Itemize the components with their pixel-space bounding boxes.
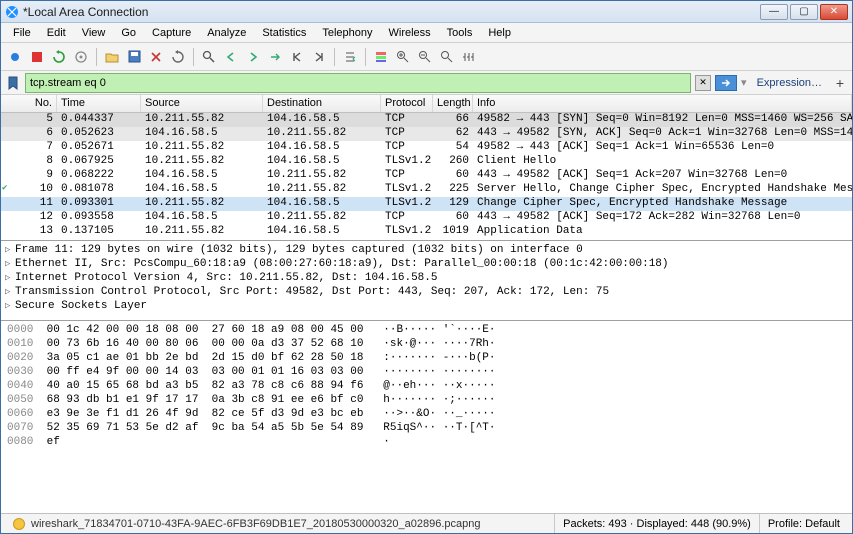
titlebar: *Local Area Connection — ▢ ✕ [1, 1, 852, 23]
resize-columns-button[interactable] [459, 47, 479, 67]
hex-row[interactable]: 0040 40 a0 15 65 68 bd a3 b5 82 a3 78 c8… [7, 379, 846, 393]
stop-capture-button[interactable] [27, 47, 47, 67]
menu-file[interactable]: File [5, 25, 39, 41]
menu-telephony[interactable]: Telephony [314, 25, 380, 41]
col-no[interactable]: No. [1, 95, 57, 112]
packet-row[interactable]: ✔100.081078104.16.58.510.211.55.82TLSv1.… [1, 183, 852, 197]
open-file-button[interactable] [102, 47, 122, 67]
expert-info-icon[interactable] [13, 518, 25, 530]
menu-capture[interactable]: Capture [144, 25, 199, 41]
col-destination[interactable]: Destination [263, 95, 381, 112]
menu-edit[interactable]: Edit [39, 25, 74, 41]
app-icon [5, 5, 19, 19]
zoom-in-button[interactable] [393, 47, 413, 67]
colorize-button[interactable] [371, 47, 391, 67]
close-button[interactable]: ✕ [820, 4, 848, 20]
toolbar-sep [193, 48, 194, 66]
packet-details: ▷Frame 11: 129 bytes on wire (1032 bits)… [1, 241, 852, 321]
toolbar-sep [96, 48, 97, 66]
packet-list: No. Time Source Destination Protocol Len… [1, 95, 852, 241]
packet-row[interactable]: 130.13710510.211.55.82104.16.58.5TLSv1.2… [1, 225, 852, 239]
toolbar-sep [334, 48, 335, 66]
start-capture-button[interactable] [5, 47, 25, 67]
packet-row[interactable]: 90.068222104.16.58.510.211.55.82TCP60443… [1, 169, 852, 183]
packet-list-header: No. Time Source Destination Protocol Len… [1, 95, 852, 113]
maximize-button[interactable]: ▢ [790, 4, 818, 20]
detail-row[interactable]: ▷Secure Sockets Layer [5, 299, 848, 313]
packet-row[interactable]: 70.05267110.211.55.82104.16.58.5TCP54495… [1, 141, 852, 155]
menu-wireless[interactable]: Wireless [381, 25, 439, 41]
menu-go[interactable]: Go [113, 25, 144, 41]
menu-analyze[interactable]: Analyze [199, 25, 254, 41]
col-info[interactable]: Info [473, 95, 852, 112]
hex-row[interactable]: 0080 ef · [7, 435, 846, 449]
filter-bar: ✕ ▾ Expression… + [1, 71, 852, 95]
clear-filter-button[interactable]: ✕ [695, 75, 711, 91]
packet-bytes: 0000 00 1c 42 00 00 18 08 00 27 60 18 a9… [1, 321, 852, 513]
zoom-out-button[interactable] [415, 47, 435, 67]
toolbar [1, 43, 852, 71]
last-packet-button[interactable] [309, 47, 329, 67]
hex-row[interactable]: 0000 00 1c 42 00 00 18 08 00 27 60 18 a9… [7, 323, 846, 337]
packet-row[interactable]: 110.09330110.211.55.82104.16.58.5TLSv1.2… [1, 197, 852, 211]
goto-packet-button[interactable] [265, 47, 285, 67]
add-filter-button[interactable]: + [832, 75, 848, 91]
hex-row[interactable]: 0070 52 35 69 71 53 5e d2 af 9c ba 54 a5… [7, 421, 846, 435]
packet-row[interactable]: 80.06792510.211.55.82104.16.58.5TLSv1.22… [1, 155, 852, 169]
go-forward-button[interactable] [243, 47, 263, 67]
packet-row[interactable]: 60.052623104.16.58.510.211.55.82TCP62443… [1, 127, 852, 141]
save-file-button[interactable] [124, 47, 144, 67]
packet-count-label: Packets: 493 · Displayed: 448 (90.9%) [555, 514, 760, 533]
hex-row[interactable]: 0060 e3 9e 3e f1 d1 26 4f 9d 82 ce 5f d3… [7, 407, 846, 421]
menu-statistics[interactable]: Statistics [254, 25, 314, 41]
hex-row[interactable]: 0050 68 93 db b1 e1 9f 17 17 0a 3b c8 91… [7, 393, 846, 407]
display-filter-input[interactable] [25, 73, 691, 93]
menu-view[interactable]: View [74, 25, 114, 41]
first-packet-button[interactable] [287, 47, 307, 67]
go-back-button[interactable] [221, 47, 241, 67]
status-bar: wireshark_71834701-0710-43FA-9AEC-6FB3F6… [1, 513, 852, 533]
menubar: File Edit View Go Capture Analyze Statis… [1, 23, 852, 43]
packet-row[interactable]: 50.04433710.211.55.82104.16.58.5TCP66495… [1, 113, 852, 127]
hex-row[interactable]: 0030 00 ff e4 9f 00 00 14 03 03 00 01 01… [7, 365, 846, 379]
col-protocol[interactable]: Protocol [381, 95, 433, 112]
hex-row[interactable]: 0020 3a 05 c1 ae 01 bb 2e bd 2d 15 d0 bf… [7, 351, 846, 365]
capture-options-button[interactable] [71, 47, 91, 67]
menu-help[interactable]: Help [480, 25, 519, 41]
col-length[interactable]: Length [433, 95, 473, 112]
col-source[interactable]: Source [141, 95, 263, 112]
profile-label[interactable]: Profile: Default [760, 514, 848, 533]
window-title: *Local Area Connection [23, 5, 760, 19]
hex-row[interactable]: 0010 00 73 6b 16 40 00 80 06 00 00 0a d3… [7, 337, 846, 351]
reload-button[interactable] [168, 47, 188, 67]
menu-tools[interactable]: Tools [439, 25, 481, 41]
close-file-button[interactable] [146, 47, 166, 67]
detail-row[interactable]: ▷Transmission Control Protocol, Src Port… [5, 285, 848, 299]
restart-capture-button[interactable] [49, 47, 69, 67]
capture-file-label: wireshark_71834701-0710-43FA-9AEC-6FB3F6… [31, 518, 481, 530]
zoom-reset-button[interactable] [437, 47, 457, 67]
expression-button[interactable]: Expression… [751, 77, 828, 89]
find-button[interactable] [199, 47, 219, 67]
minimize-button[interactable]: — [760, 4, 788, 20]
window-buttons: — ▢ ✕ [760, 4, 848, 20]
col-time[interactable]: Time [57, 95, 141, 112]
autoscroll-button[interactable] [340, 47, 360, 67]
apply-filter-button[interactable] [715, 75, 737, 91]
packet-rows: 50.04433710.211.55.82104.16.58.5TCP66495… [1, 113, 852, 239]
detail-row[interactable]: ▷Ethernet II, Src: PcsCompu_60:18:a9 (08… [5, 257, 848, 271]
detail-row[interactable]: ▷Frame 11: 129 bytes on wire (1032 bits)… [5, 243, 848, 257]
toolbar-sep [365, 48, 366, 66]
bookmark-filter-icon[interactable] [5, 75, 21, 91]
packet-row[interactable]: 120.093558104.16.58.510.211.55.82TCP6044… [1, 211, 852, 225]
detail-row[interactable]: ▷Internet Protocol Version 4, Src: 10.21… [5, 271, 848, 285]
app-window: *Local Area Connection — ▢ ✕ File Edit V… [0, 0, 853, 534]
